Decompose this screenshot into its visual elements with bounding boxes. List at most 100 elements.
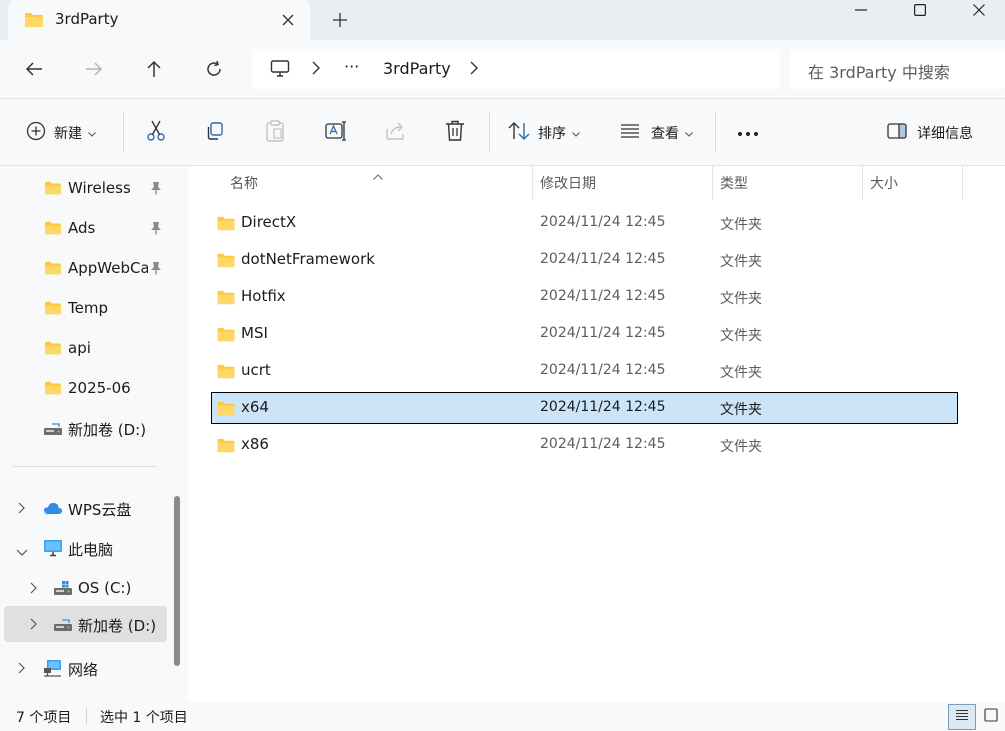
- file-name: DirectX: [241, 213, 297, 231]
- table-row[interactable]: DirectX 2024/11/24 12:45 文件夹: [211, 207, 958, 239]
- column-header-modified[interactable]: 修改日期: [540, 166, 596, 200]
- new-button[interactable]: 新建: [26, 99, 96, 167]
- minimize-button[interactable]: [832, 0, 890, 20]
- sidebar-item-2025-06[interactable]: 2025-06: [0, 370, 170, 406]
- more-options-button[interactable]: [737, 99, 759, 167]
- table-row[interactable]: ucrt 2024/11/24 12:45 文件夹: [211, 355, 958, 387]
- forward-button[interactable]: [76, 53, 112, 85]
- sidebar-item-api[interactable]: api: [0, 330, 170, 366]
- column-divider[interactable]: [962, 166, 963, 200]
- chevron-right-icon[interactable]: [30, 618, 37, 634]
- up-button[interactable]: [136, 53, 172, 85]
- rename-button[interactable]: [325, 99, 347, 167]
- folder-icon: [44, 220, 62, 240]
- table-row[interactable]: dotNetFramework 2024/11/24 12:45 文件夹: [211, 244, 958, 276]
- file-name: Hotfix: [241, 287, 286, 305]
- sidebar-item-label: 新加卷 (D:): [78, 617, 157, 635]
- chevron-right-icon[interactable]: [18, 502, 25, 518]
- sidebar-item-drive-d[interactable]: 新加卷 (D:): [4, 606, 167, 642]
- sidebar-item-label: Ads: [68, 219, 96, 237]
- network-icon: [43, 659, 63, 681]
- view-lines-icon: [620, 124, 640, 142]
- back-button[interactable]: [16, 53, 52, 85]
- paste-button[interactable]: [265, 99, 285, 167]
- cut-button[interactable]: [146, 99, 166, 167]
- sidebar-item-wps-cloud[interactable]: WPS云盘: [0, 490, 170, 526]
- sidebar-item-network[interactable]: 网络: [0, 650, 170, 686]
- file-name: x64: [241, 398, 269, 416]
- delete-button[interactable]: [445, 99, 465, 167]
- details-view-button[interactable]: [948, 704, 976, 730]
- sidebar-scrollbar[interactable]: [174, 496, 180, 666]
- folder-icon: [216, 400, 236, 421]
- folder-icon: [216, 215, 236, 236]
- plus-circle-icon: [26, 121, 46, 145]
- share-button[interactable]: [385, 99, 407, 167]
- column-divider[interactable]: [532, 166, 533, 200]
- search-input[interactable]: 在 3rdParty 中搜索: [790, 49, 1005, 89]
- refresh-button[interactable]: [196, 53, 232, 85]
- chevron-right-icon[interactable]: [470, 61, 478, 79]
- file-type: 文件夹: [720, 402, 762, 418]
- file-type: 文件夹: [720, 254, 762, 270]
- file-name: x86: [241, 435, 269, 453]
- column-type-label: 类型: [720, 176, 748, 192]
- column-divider[interactable]: [862, 166, 863, 200]
- share-icon: [385, 121, 407, 145]
- table-row[interactable]: Hotfix 2024/11/24 12:45 文件夹: [211, 281, 958, 313]
- sidebar-item-drive-c[interactable]: OS (C:): [0, 570, 170, 606]
- details-view-icon: [955, 709, 969, 725]
- pin-icon: [150, 221, 162, 239]
- breadcrumb-current[interactable]: 3rdParty: [383, 59, 451, 78]
- sidebar-divider: [13, 466, 157, 467]
- copy-button[interactable]: [205, 99, 225, 167]
- column-divider[interactable]: [712, 166, 713, 200]
- folder-icon: [44, 380, 62, 400]
- sidebar-item-temp[interactable]: Temp: [0, 290, 170, 326]
- details-pane-button[interactable]: 详细信息: [887, 99, 973, 167]
- breadcrumb-ellipsis[interactable]: ···: [344, 57, 359, 76]
- table-row[interactable]: x86 2024/11/24 12:45 文件夹: [211, 429, 958, 461]
- chevron-down-icon: [88, 125, 96, 141]
- sidebar-item-ads[interactable]: Ads: [0, 210, 170, 246]
- tab-3rdparty[interactable]: 3rdParty: [8, 0, 310, 40]
- file-name: MSI: [241, 324, 268, 342]
- file-modified: 2024/11/24 12:45: [540, 436, 666, 452]
- sidebar-item-appwebcache[interactable]: AppWebCa: [0, 250, 170, 286]
- table-row-selected[interactable]: x64 2024/11/24 12:45 文件夹: [211, 392, 958, 424]
- folder-icon: [216, 326, 236, 347]
- sort-button[interactable]: 排序: [508, 99, 580, 167]
- sidebar-item-drive-d-quick[interactable]: 新加卷 (D:): [0, 410, 170, 446]
- sidebar-item-label: Wireless: [68, 179, 131, 197]
- new-tab-button[interactable]: [326, 8, 354, 32]
- column-header-name[interactable]: 名称: [230, 166, 258, 200]
- column-name-label: 名称: [230, 176, 258, 192]
- clipboard-icon: [265, 120, 285, 146]
- chevron-right-icon[interactable]: [18, 662, 25, 678]
- toolbar-divider: [123, 112, 124, 152]
- sidebar-item-wireless[interactable]: Wireless: [0, 170, 170, 206]
- folder-icon: [44, 180, 62, 200]
- close-tab-icon[interactable]: [276, 8, 300, 32]
- more-icon: [737, 125, 759, 141]
- column-modified-label: 修改日期: [540, 176, 596, 192]
- details-pane-icon: [887, 123, 907, 143]
- maximize-button[interactable]: [891, 0, 949, 20]
- file-name: dotNetFramework: [241, 250, 375, 268]
- close-window-button[interactable]: [950, 0, 1005, 20]
- chevron-down-icon[interactable]: [16, 544, 28, 560]
- tiles-view-button[interactable]: [977, 704, 1005, 730]
- table-row[interactable]: MSI 2024/11/24 12:45 文件夹: [211, 318, 958, 350]
- column-header-size[interactable]: 大小: [870, 166, 898, 200]
- view-button[interactable]: 查看: [620, 99, 693, 167]
- column-header-type[interactable]: 类型: [720, 166, 748, 200]
- navigation-pane: Wireless Ads AppWebCa Temp api 2025-06 新…: [0, 166, 188, 702]
- chevron-right-icon[interactable]: [30, 582, 37, 598]
- command-bar: 新建 排序 查看 详细信息: [0, 98, 1005, 166]
- search-placeholder: 在 3rdParty 中搜索: [808, 63, 950, 82]
- computer-icon: [270, 59, 290, 83]
- scissors-icon: [146, 120, 166, 146]
- sidebar-item-this-pc[interactable]: 此电脑: [0, 530, 170, 566]
- chevron-right-icon[interactable]: [312, 61, 320, 79]
- address-bar[interactable]: ··· 3rdParty: [252, 49, 780, 89]
